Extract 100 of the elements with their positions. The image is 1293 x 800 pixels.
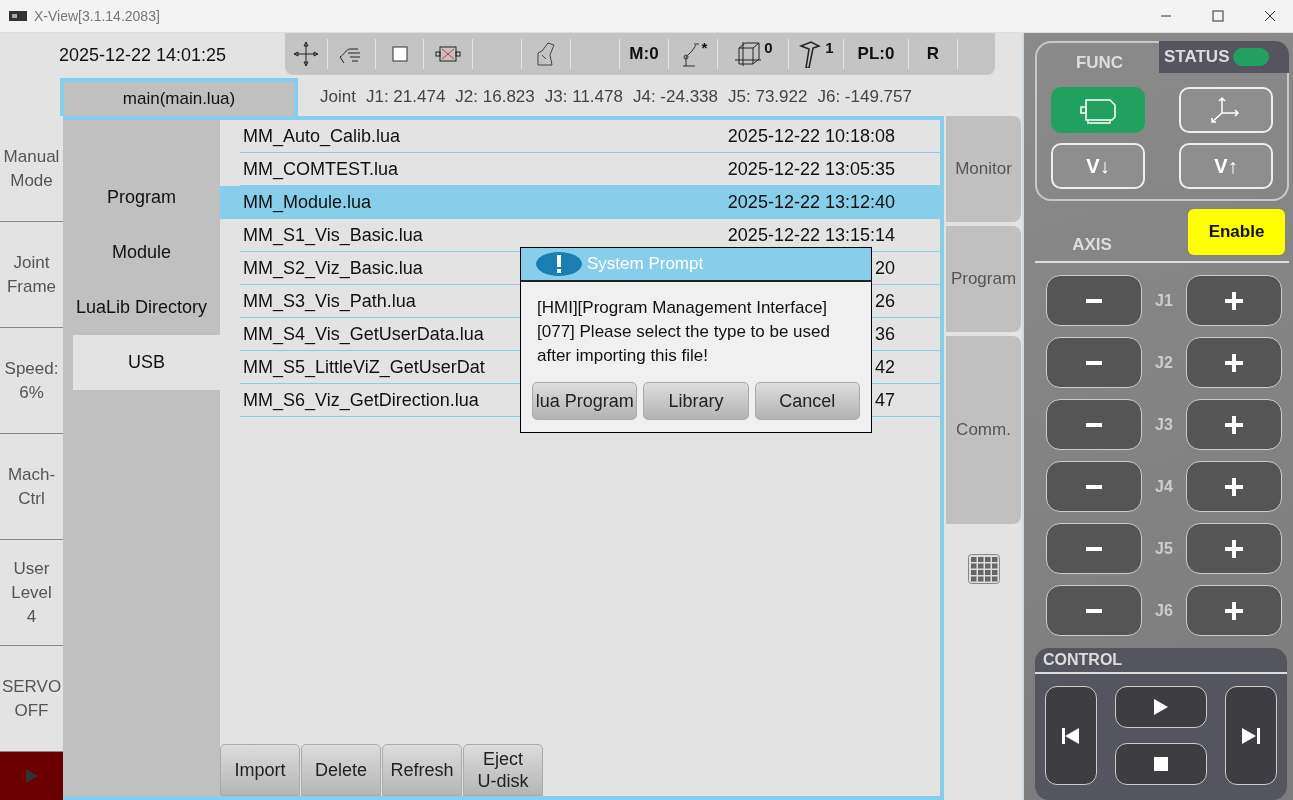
status-label: STATUS: [1164, 47, 1230, 67]
file-date: 2025-12-22 13:05:35: [727, 158, 895, 180]
cube-icon[interactable]: [733, 40, 764, 68]
file-name: MM_S5_LittleViZ_GetUserDat: [243, 356, 485, 378]
category-item[interactable]: Program: [63, 170, 220, 225]
joint-reading: J1: 21.474: [365, 87, 446, 107]
joint-reading: J2: 16.823: [455, 87, 535, 107]
func-button[interactable]: [1051, 87, 1145, 133]
action-button[interactable]: Import: [220, 744, 300, 796]
minus-icon: [1086, 546, 1102, 551]
payload: PL:0: [857, 44, 895, 64]
play-icon: [1154, 699, 1168, 715]
file-name: MM_S6_Viz_GetDirection.lua: [243, 389, 479, 411]
plus-icon: [1225, 291, 1243, 310]
dialog-title: System Prompt: [587, 254, 704, 274]
joint-reading: J6: -149.757: [817, 87, 912, 107]
next-button[interactable]: [1225, 686, 1277, 785]
frame-label: Joint: [320, 87, 356, 107]
robot-mark: *: [701, 39, 708, 56]
file-name: MM_S4_Vis_GetUserData.lua: [243, 323, 484, 345]
file-name: MM_COMTEST.lua: [243, 158, 399, 180]
file-date: 2025-12-22 13:12:40: [727, 191, 895, 213]
stop-icon: [1154, 757, 1168, 771]
action-button[interactable]: Eject U-disk: [463, 744, 543, 796]
category-item[interactable]: Module: [63, 225, 220, 280]
dialog-button[interactable]: Library: [643, 382, 749, 420]
plus-icon: [1225, 539, 1243, 558]
joint-label: J1: [1154, 291, 1174, 310]
file-name: MM_S2_Viz_Basic.lua: [243, 257, 423, 279]
jog-plus-button[interactable]: [1186, 337, 1282, 388]
jog-plus-button[interactable]: [1186, 275, 1282, 326]
tool-count: 1: [825, 39, 834, 56]
plus-icon: [1225, 477, 1243, 496]
minus-icon: [1086, 360, 1102, 365]
side-tab[interactable]: Comm.: [946, 336, 1021, 524]
file-date: 20: [874, 257, 895, 279]
dialog-button[interactable]: Cancel: [754, 382, 860, 420]
datetime: 2025-12-22 14:01:25: [57, 44, 228, 67]
joint-reading: J5: 73.922: [728, 87, 808, 107]
file-date: 2025-12-22 10:18:08: [727, 125, 895, 147]
joint-label: J3: [1154, 415, 1174, 434]
file-name: MM_Auto_Calib.lua: [243, 125, 401, 147]
stop-button[interactable]: [1115, 743, 1207, 785]
joint-label: J6: [1154, 601, 1174, 620]
joint-label: J2: [1154, 353, 1174, 372]
jog-plus-button[interactable]: [1186, 585, 1282, 636]
jog-minus-button[interactable]: [1046, 337, 1142, 388]
file-row[interactable]: MM_Auto_Calib.lua 2025-12-22 10:18:08: [240, 120, 940, 153]
file-tab[interactable]: main(main.lua): [60, 78, 298, 116]
previous-button[interactable]: [1045, 686, 1097, 785]
warning-icon: [535, 251, 583, 277]
motor-crossed-icon[interactable]: [434, 43, 462, 65]
joint-label: J5: [1154, 539, 1174, 558]
keypad-icon[interactable]: [967, 554, 1000, 584]
joint-reading: J3: 11.478: [544, 87, 623, 107]
category-item[interactable]: USB: [73, 335, 220, 390]
enable-button[interactable]: Enable: [1188, 209, 1285, 255]
skip-back-icon: [1062, 727, 1080, 744]
file-date: 47: [874, 389, 895, 411]
action-button[interactable]: Delete: [301, 744, 381, 796]
plus-icon: [1225, 601, 1243, 620]
frame-count: 0: [764, 39, 773, 56]
jog-minus-button[interactable]: [1046, 399, 1142, 450]
joint-reading: J4: -24.338: [632, 87, 718, 107]
category-item[interactable]: LuaLib Directory: [63, 280, 220, 335]
file-name: MM_Module.lua: [243, 191, 372, 213]
jog-plus-button[interactable]: [1186, 461, 1282, 512]
side-tab[interactable]: Monitor: [946, 116, 1021, 222]
checkbox-icon[interactable]: [391, 46, 408, 62]
control-title: CONTROL: [1035, 648, 1287, 674]
joint-label: J4: [1154, 477, 1174, 496]
crosshair-icon[interactable]: [293, 41, 319, 67]
file-date: 42: [874, 356, 895, 378]
jog-plus-button[interactable]: [1186, 399, 1282, 450]
action-button[interactable]: Refresh: [382, 744, 462, 796]
jog-minus-button[interactable]: [1046, 461, 1142, 512]
jog-minus-button[interactable]: [1046, 275, 1142, 326]
func-title: FUNC: [1074, 53, 1125, 74]
side-tab[interactable]: Program: [946, 226, 1021, 332]
func-button[interactable]: [1179, 87, 1273, 133]
status-tab[interactable]: STATUS: [1159, 41, 1289, 73]
file-name: MM_S1_Vis_Basic.lua: [243, 224, 423, 246]
play-icon: [24, 768, 39, 784]
dialog-button[interactable]: lua Program: [532, 382, 638, 420]
skip-forward-icon: [1242, 727, 1260, 744]
mode-counter: M:0: [629, 44, 659, 64]
jog-plus-button[interactable]: [1186, 523, 1282, 574]
file-date: 36: [874, 323, 895, 345]
axis-title: AXIS: [1071, 235, 1113, 255]
file-date: 2025-12-22 13:15:14: [727, 224, 895, 246]
window-title: X-View[3.1.14.2083]: [34, 8, 161, 24]
minus-icon: [1086, 422, 1102, 427]
plus-icon: [1225, 415, 1243, 434]
play-button[interactable]: [1115, 686, 1207, 728]
run-mode: R: [926, 44, 940, 64]
plus-icon: [1225, 353, 1243, 372]
minus-icon: [1086, 298, 1102, 303]
jog-minus-button[interactable]: [1046, 523, 1142, 574]
jog-minus-button[interactable]: [1046, 585, 1142, 636]
file-row[interactable]: MM_Module.lua 2025-12-22 13:12:40: [220, 186, 940, 219]
